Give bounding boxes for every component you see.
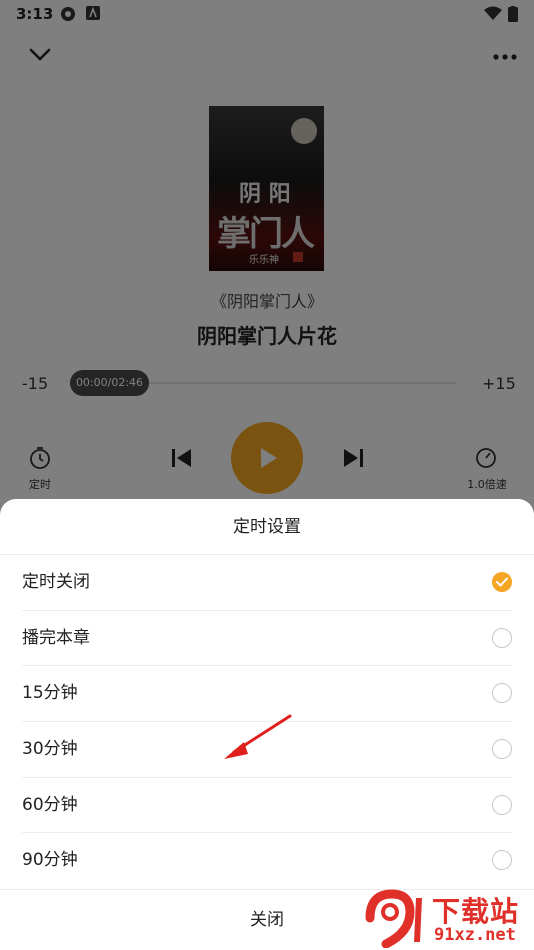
option-label: 播完本章 bbox=[22, 627, 90, 648]
watermark-top-text: 下载站 bbox=[432, 895, 520, 928]
option-label: 60分钟 bbox=[22, 794, 78, 815]
option-label: 定时关闭 bbox=[22, 572, 90, 592]
radio-unchecked-icon[interactable] bbox=[492, 850, 512, 871]
radio-unchecked-icon[interactable] bbox=[492, 627, 512, 648]
timer-option-90min[interactable]: 90分钟 bbox=[22, 833, 512, 889]
timer-option-60min[interactable]: 60分钟 bbox=[22, 778, 512, 834]
option-label: 30分钟 bbox=[22, 739, 78, 760]
radio-unchecked-icon[interactable] bbox=[492, 683, 512, 704]
timer-option-end-of-chapter[interactable]: 播完本章 bbox=[22, 611, 512, 667]
option-label: 90分钟 bbox=[22, 850, 78, 871]
annotation-arrow-icon bbox=[220, 712, 294, 766]
sheet-title: 定时设置 bbox=[0, 499, 534, 555]
radio-unchecked-icon[interactable] bbox=[492, 739, 512, 760]
radio-checked-icon[interactable] bbox=[492, 572, 512, 592]
option-label: 15分钟 bbox=[22, 683, 78, 704]
timer-option-off[interactable]: 定时关闭 bbox=[22, 555, 512, 611]
watermark-logo-icon bbox=[362, 888, 428, 949]
watermark: 下载站 91xz.net bbox=[362, 888, 532, 949]
radio-unchecked-icon[interactable] bbox=[492, 794, 512, 815]
watermark-url: 91xz.net bbox=[434, 925, 516, 945]
